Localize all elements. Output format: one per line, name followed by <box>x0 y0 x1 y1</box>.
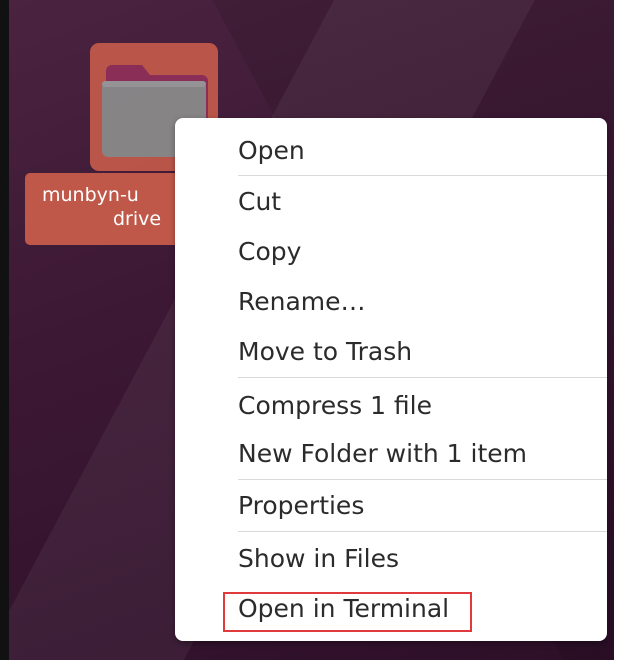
menu-item-cut[interactable]: Cut <box>175 180 607 224</box>
menu-item-label: Compress 1 file <box>238 391 433 420</box>
menu-separator <box>238 531 607 532</box>
menu-item-label: Open <box>238 136 305 165</box>
menu-item-move-to-trash[interactable]: Move to Trash <box>175 330 607 374</box>
menu-item-new-folder-with-item[interactable]: New Folder with 1 item <box>175 432 607 476</box>
menu-item-label: New Folder with 1 item <box>238 439 528 468</box>
menu-item-label: Copy <box>238 237 302 266</box>
menu-item-label: Move to Trash <box>238 337 413 366</box>
menu-item-properties[interactable]: Properties <box>175 484 607 528</box>
menu-item-label: Properties <box>238 491 365 520</box>
menu-item-label: Rename… <box>238 287 366 316</box>
screen-edge <box>0 0 9 660</box>
menu-separator <box>238 175 607 176</box>
menu-item-label: Show in Files <box>238 544 399 573</box>
menu-item-open[interactable]: Open <box>175 129 607 173</box>
menu-item-rename[interactable]: Rename… <box>175 280 607 324</box>
context-menu: Open Cut Copy Rename… Move to Trash Comp… <box>175 118 607 641</box>
menu-item-compress[interactable]: Compress 1 file <box>175 384 607 428</box>
folder-label-line1: munbyn-u <box>42 184 139 206</box>
menu-separator <box>238 377 607 378</box>
screen: munbyn-u drive Open Cut Copy Rename… Mov… <box>0 0 625 660</box>
menu-item-show-in-files[interactable]: Show in Files <box>175 537 607 581</box>
menu-item-label: Cut <box>238 187 282 216</box>
menu-separator <box>238 479 607 480</box>
menu-item-copy[interactable]: Copy <box>175 230 607 274</box>
highlight-annotation-box <box>223 592 472 632</box>
folder-label-line2: drive <box>113 208 162 230</box>
